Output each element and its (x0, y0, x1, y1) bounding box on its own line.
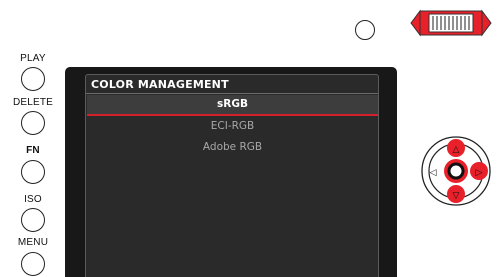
iso-label: ISO (24, 194, 42, 205)
arrow-left-icon: ◁ (430, 168, 437, 178)
delete-button[interactable] (21, 111, 45, 135)
play-button[interactable] (21, 67, 45, 91)
menu-title: COLOR MANAGEMENT (91, 78, 229, 91)
dpad-icon[interactable]: △ ▽ ◁ ▷ (420, 135, 492, 212)
play-label: PLAY (20, 53, 46, 64)
delete-label: DELETE (12, 97, 54, 108)
top-button[interactable] (355, 20, 375, 40)
menu-button[interactable] (21, 252, 45, 276)
fn-button[interactable] (21, 160, 45, 184)
menu-panel: COLOR MANAGEMENT sRGB ECI-RGB Adobe RGB (85, 74, 379, 277)
option-eci-rgb[interactable]: ECI-RGB (87, 116, 378, 137)
iso-button[interactable] (21, 208, 45, 232)
menu-label: MENU (17, 237, 49, 248)
option-adobe-rgb[interactable]: Adobe RGB (87, 137, 378, 158)
title-divider (86, 93, 378, 94)
fn-label: FN (26, 145, 40, 156)
option-srgb[interactable]: sRGB (87, 95, 378, 116)
arrow-right-icon: ▷ (476, 168, 483, 178)
option-list: sRGB ECI-RGB Adobe RGB (87, 95, 378, 158)
arrow-up-icon: △ (453, 145, 460, 155)
lcd-screen: COLOR MANAGEMENT sRGB ECI-RGB Adobe RGB (65, 67, 397, 277)
camera-back-panel: PLAY DELETE FN ISO MENU COLOR MANAGEMENT… (0, 0, 501, 277)
thumbwheel-icon[interactable] (409, 8, 493, 43)
arrow-down-icon: ▽ (453, 191, 460, 201)
